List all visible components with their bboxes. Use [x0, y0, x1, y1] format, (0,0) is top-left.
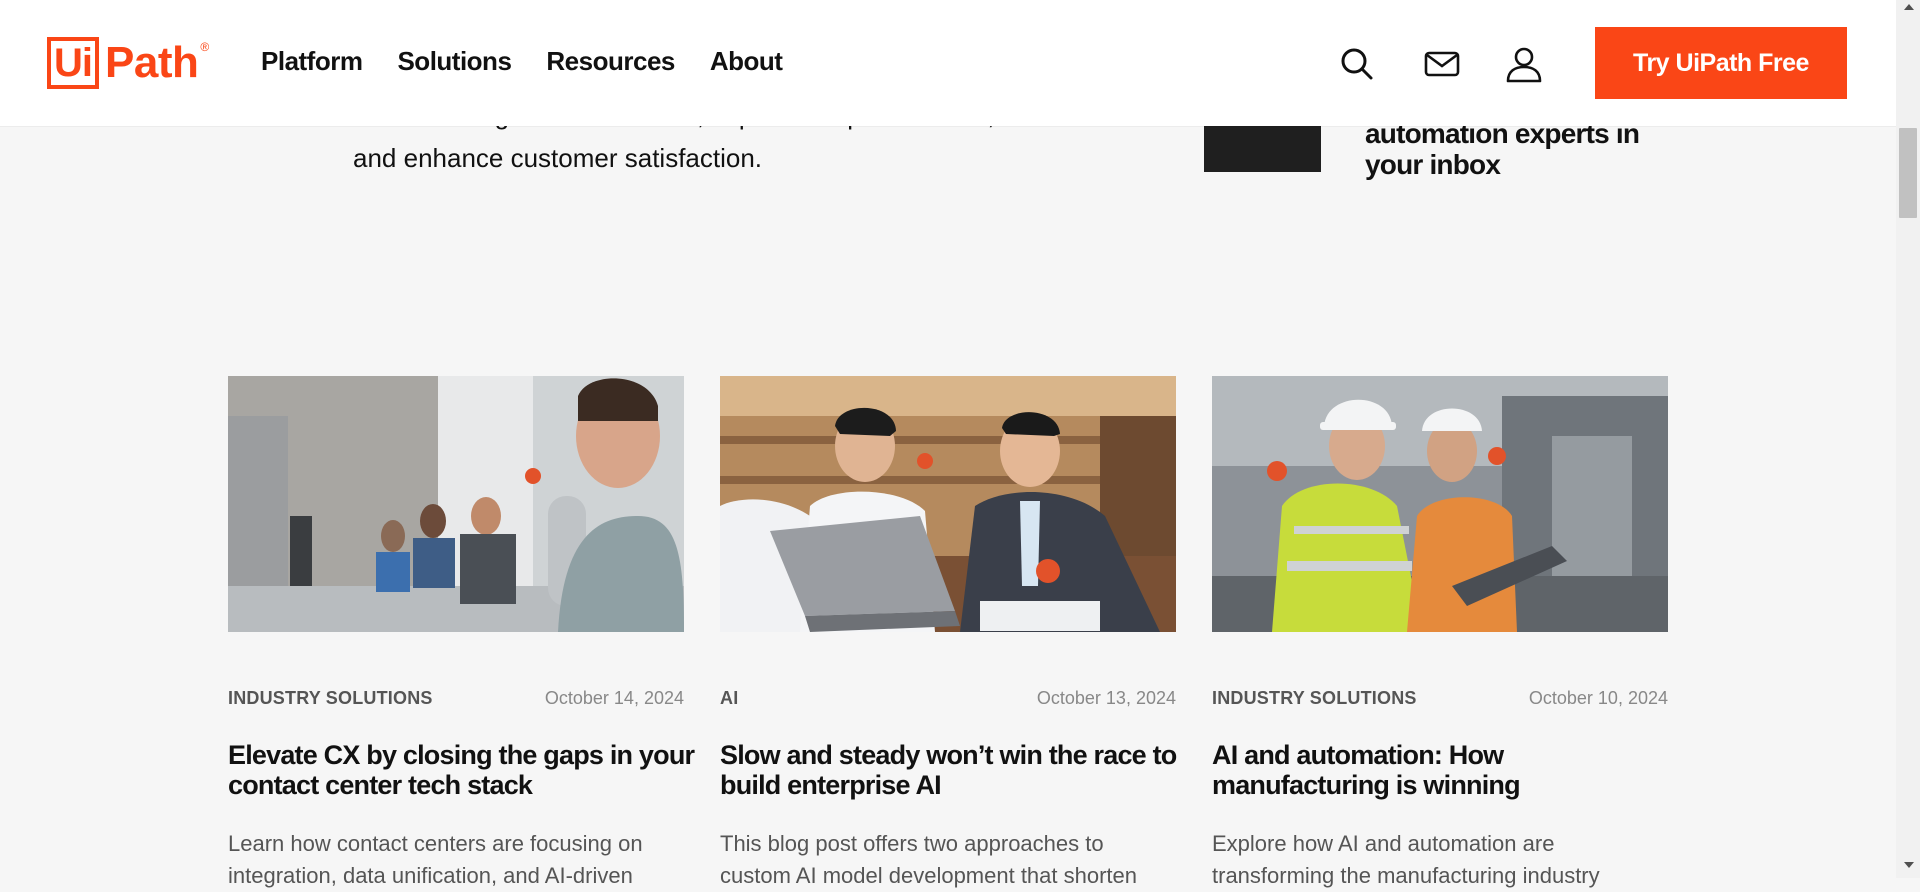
hero-description: and enhance customer satisfaction.	[353, 143, 763, 173]
newsletter-heading[interactable]: automation experts in your inbox	[1365, 118, 1685, 180]
card-date: October 14, 2024	[544, 688, 684, 708]
card-category[interactable]: INDUSTRY SOLUTIONS	[1212, 688, 1417, 709]
try-uipath-free-button[interactable]: Try UiPath Free	[1595, 27, 1847, 99]
logo-word: Path	[105, 38, 199, 87]
card-meta: INDUSTRY SOLUTIONS October 10, 2024	[1212, 688, 1668, 709]
card-image-contact-center[interactable]	[228, 376, 684, 632]
card-meta: AI October 13, 2024	[720, 688, 1176, 709]
card-description: Explore how AI and automation are transf…	[1212, 831, 1600, 888]
logo-box: Ui	[47, 37, 99, 89]
card-title[interactable]: Slow and steady won’t win the race to bu…	[720, 740, 1190, 800]
scroll-down-arrow-icon[interactable]	[1904, 862, 1914, 868]
scrollbar-thumb[interactable]	[1899, 128, 1917, 218]
card-title[interactable]: AI and automation: How manufacturing is …	[1212, 740, 1682, 800]
site-header: Ui Path ® Platform Solutions Resources A…	[0, 0, 1896, 126]
nav-solutions[interactable]: Solutions	[397, 46, 511, 77]
uipath-logo[interactable]: Ui Path ®	[47, 34, 209, 92]
blog-card[interactable]: INDUSTRY SOLUTIONS October 10, 2024 AI a…	[1212, 376, 1668, 888]
nav-about[interactable]: About	[710, 46, 783, 77]
card-description: This blog post offers two approaches to …	[720, 831, 1138, 888]
card-category[interactable]: AI	[720, 688, 738, 709]
logo-registered-mark: ®	[200, 40, 210, 54]
newsletter-image	[1204, 126, 1321, 172]
card-date: October 10, 2024	[1528, 688, 1668, 708]
newsletter-line-2: your inbox	[1365, 149, 1501, 180]
card-image-factory-workers[interactable]	[1212, 376, 1668, 632]
user-icon[interactable]	[1504, 44, 1544, 84]
card-category[interactable]: INDUSTRY SOLUTIONS	[228, 688, 433, 709]
card-title[interactable]: Elevate CX by closing the gaps in your c…	[228, 740, 698, 800]
card-image-office-meeting[interactable]	[720, 376, 1176, 632]
mail-icon[interactable]	[1422, 44, 1462, 84]
card-date: October 13, 2024	[1036, 688, 1176, 708]
blog-card[interactable]: AI October 13, 2024 Slow and steady won’…	[720, 376, 1177, 888]
nav-platform[interactable]: Platform	[261, 46, 363, 77]
card-description: Learn how contact centers are focusing o…	[228, 831, 643, 888]
main-nav: Platform Solutions Resources About	[261, 46, 783, 77]
card-meta: INDUSTRY SOLUTIONS October 14, 2024	[228, 688, 684, 709]
search-icon[interactable]	[1337, 44, 1377, 84]
blog-card[interactable]: INDUSTRY SOLUTIONS October 14, 2024 Elev…	[228, 376, 695, 888]
scroll-up-arrow-icon[interactable]	[1904, 4, 1914, 10]
nav-resources[interactable]: Resources	[546, 46, 675, 77]
